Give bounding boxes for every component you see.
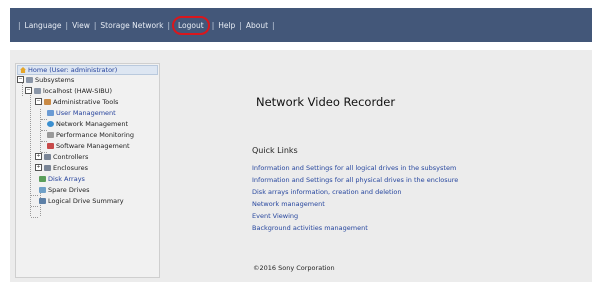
collapse-icon[interactable]: − <box>17 76 24 83</box>
software-icon <box>47 142 54 149</box>
collapse-icon[interactable]: − <box>25 87 32 94</box>
menu-separator: | <box>93 20 97 30</box>
server-icon <box>26 76 33 83</box>
menu-storage-network[interactable]: Storage Network <box>100 21 163 30</box>
network-icon <box>47 120 54 127</box>
menu-about[interactable]: About <box>246 21 268 30</box>
tree-software-management[interactable]: Software Management <box>47 141 130 150</box>
tree-administrative-tools[interactable]: − Administrative Tools <box>35 97 118 106</box>
top-menu-bar: | Language | View | Storage Network | Lo… <box>10 8 592 42</box>
tree-network-management[interactable]: Network Management <box>47 119 128 128</box>
menu-separator: | <box>65 20 69 30</box>
main-menu: | Language | View | Storage Network | Lo… <box>14 15 279 35</box>
user-icon <box>47 109 54 116</box>
tree-connector <box>31 217 38 218</box>
drive-icon <box>39 186 46 193</box>
tree-enclosures-label: Enclosures <box>53 163 89 172</box>
tree-logical-drive-summary-label: Logical Drive Summary <box>48 196 124 205</box>
main-panel: Home (User: administrator) − Subsystems … <box>10 50 592 282</box>
tree-spare-drives-label: Spare Drives <box>48 185 90 194</box>
tree-spare-drives[interactable]: Spare Drives <box>39 185 90 194</box>
home-icon <box>20 67 26 73</box>
quick-links-list: Information and Settings for all logical… <box>252 162 458 234</box>
page-title: Network Video Recorder <box>256 95 396 109</box>
tree-controllers-label: Controllers <box>53 152 89 161</box>
quick-link-event-viewing[interactable]: Event Viewing <box>252 210 458 222</box>
tree-subsystems[interactable]: − Subsystems <box>17 75 74 84</box>
menu-language[interactable]: Language <box>25 21 62 30</box>
tree-connector <box>31 206 38 207</box>
collapse-icon[interactable]: − <box>35 98 42 105</box>
menu-view[interactable]: View <box>72 21 90 30</box>
quick-link-background-activities[interactable]: Background activities management <box>252 222 458 234</box>
tree-disk-arrays[interactable]: Disk Arrays <box>39 174 85 183</box>
drive-icon <box>39 197 46 204</box>
tree-logical-drive-summary[interactable]: Logical Drive Summary <box>39 196 124 205</box>
tree-administrative-tools-label: Administrative Tools <box>53 97 119 106</box>
tree-connector <box>30 92 31 216</box>
tree-network-management-label: Network Management <box>56 119 129 128</box>
tree-connector <box>22 82 23 96</box>
enclosure-icon <box>44 164 51 171</box>
tree-enclosures[interactable]: + Enclosures <box>35 163 88 172</box>
menu-separator: | <box>239 20 242 30</box>
tree-performance-monitoring-label: Performance Monitoring <box>56 130 135 139</box>
tree-disk-arrays-label: Disk Arrays <box>48 174 85 183</box>
quick-link-physical-drives[interactable]: Information and Settings for all physica… <box>252 174 458 186</box>
tree-localhost[interactable]: − localhost (HAW-SIBU) <box>25 86 112 95</box>
tree-software-management-label: Software Management <box>56 141 130 150</box>
tree-controllers[interactable]: + Controllers <box>35 152 88 161</box>
copyright-text: ©2016 Sony Corporation <box>253 264 335 272</box>
tree-connector <box>40 109 41 154</box>
quick-link-disk-arrays[interactable]: Disk arrays information, creation and de… <box>252 186 458 198</box>
menu-separator: | <box>272 20 275 30</box>
tree-home[interactable]: Home (User: administrator) <box>17 65 158 75</box>
expand-icon[interactable]: + <box>35 164 42 171</box>
tree-subsystems-label: Subsystems <box>35 75 75 84</box>
tree-user-management-label: User Management <box>56 108 116 117</box>
quick-link-logical-drives[interactable]: Information and Settings for all logical… <box>252 162 458 174</box>
tree-performance-monitoring[interactable]: Performance Monitoring <box>47 130 134 139</box>
controller-icon <box>44 153 51 160</box>
quick-links-title: Quick Links <box>252 146 298 155</box>
tree-connector <box>31 195 38 196</box>
menu-separator: | <box>211 20 215 30</box>
navigation-tree: Home (User: administrator) − Subsystems … <box>15 63 160 278</box>
expand-icon[interactable]: + <box>35 153 42 160</box>
menu-logout[interactable]: Logout <box>172 15 210 35</box>
quick-link-network-management[interactable]: Network management <box>252 198 458 210</box>
chart-icon <box>47 131 54 138</box>
menu-help[interactable]: Help <box>218 21 235 30</box>
tree-localhost-label: localhost (HAW-SIBU) <box>43 86 113 95</box>
tree-user-management[interactable]: User Management <box>47 108 116 117</box>
server-icon <box>34 87 41 94</box>
menu-separator: | <box>18 20 21 30</box>
disk-array-icon <box>39 175 46 182</box>
tree-home-label: Home (User: administrator) <box>28 66 118 74</box>
tools-icon <box>44 98 51 105</box>
